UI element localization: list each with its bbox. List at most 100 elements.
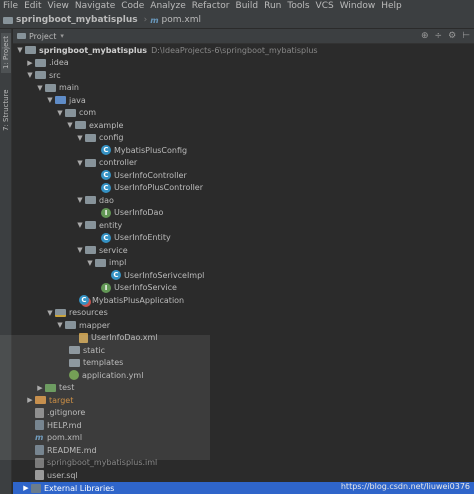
class-icon: C xyxy=(101,232,111,243)
tree-item-iml[interactable]: ▶ springboot_mybatisplus.iml xyxy=(13,457,474,470)
chevron-right-icon[interactable]: ▶ xyxy=(25,59,35,67)
tree-item-service[interactable]: ▼ service xyxy=(13,244,474,257)
breadcrumb-file[interactable]: m pom.xml xyxy=(150,15,201,25)
chevron-down-icon[interactable]: ▼ xyxy=(75,159,85,167)
tree-item-help-md[interactable]: ▶ HELP.md xyxy=(13,419,474,432)
hide-icon[interactable]: ⊢ xyxy=(462,31,470,41)
tree-item-mybatisplusapplication[interactable]: ▶ C MybatisPlusApplication xyxy=(13,294,474,307)
menu-window[interactable]: Window xyxy=(337,0,379,12)
chevron-right-icon[interactable]: ▶ xyxy=(25,396,35,404)
tree-item-userinfocontroller[interactable]: ▶ C UserInfoController xyxy=(13,169,474,182)
menu-view[interactable]: View xyxy=(45,0,72,12)
menu-run[interactable]: Run xyxy=(261,0,284,12)
tree-item-static[interactable]: ▶ static xyxy=(13,344,474,357)
menu-vcs[interactable]: VCS xyxy=(313,0,337,12)
tree-item-label: UserInfoDao.xml xyxy=(91,333,158,343)
chevron-down-icon[interactable]: ▼ xyxy=(35,84,45,92)
tree-item-java[interactable]: ▼ java xyxy=(13,94,474,107)
test-folder-icon xyxy=(45,383,56,392)
chevron-down-icon[interactable]: ▼ xyxy=(25,71,35,79)
tree-item-entity[interactable]: ▼ entity xyxy=(13,219,474,232)
tree-item-config[interactable]: ▼ config xyxy=(13,132,474,145)
menu-analyze[interactable]: Analyze xyxy=(147,0,188,12)
tree-item-label: controller xyxy=(99,158,138,168)
tree-item-userinfoserivceimpl[interactable]: ▶ C UserInfoSerivceImpl xyxy=(13,269,474,282)
tree-item-label: service xyxy=(99,245,128,255)
chevron-right-icon[interactable]: ▶ xyxy=(35,384,45,392)
chevron-down-icon[interactable]: ▼ xyxy=(75,196,85,204)
tree-item-target[interactable]: ▶ target xyxy=(13,394,474,407)
tree-item-mapper[interactable]: ▼ mapper xyxy=(13,319,474,332)
tree-item-label: java xyxy=(69,95,86,105)
chevron-down-icon[interactable]: ▼ xyxy=(15,46,25,54)
chevron-down-icon[interactable]: ▼ xyxy=(65,121,75,129)
tree-item-userinfoservice[interactable]: ▶ I UserInfoService xyxy=(13,282,474,295)
tree-item-controller[interactable]: ▼ controller xyxy=(13,157,474,170)
menu-file[interactable]: File xyxy=(0,0,21,12)
tree-item-com[interactable]: ▼ com xyxy=(13,107,474,120)
tree-item-label: springboot_mybatisplus xyxy=(39,45,148,55)
tree-item-userinfoentity[interactable]: ▶ C UserInfoEntity xyxy=(13,232,474,245)
chevron-down-icon[interactable]: ▼ xyxy=(55,321,65,329)
tree-item-root[interactable]: ▼ springboot_mybatisplus D:\IdeaProjects… xyxy=(13,44,474,57)
folder-icon xyxy=(17,33,26,39)
tree-item-src[interactable]: ▼ src xyxy=(13,69,474,82)
menu-build[interactable]: Build xyxy=(233,0,262,12)
tree-item-pom[interactable]: ▶ m pom.xml xyxy=(13,432,474,445)
tree-item-application-yml[interactable]: ▶ application.yml xyxy=(13,369,474,382)
tree-item-dao[interactable]: ▼ dao xyxy=(13,194,474,207)
locate-icon[interactable]: ⊕ xyxy=(421,31,429,41)
tree-item-label: resources xyxy=(69,308,108,318)
module-file-icon xyxy=(35,457,44,468)
project-panel-header: Project ▾ ⊕ ÷ ⚙ ⊢ xyxy=(13,29,474,44)
chevron-down-icon[interactable]: ▼ xyxy=(75,134,85,142)
menu-code[interactable]: Code xyxy=(118,0,147,12)
tree-item-readme[interactable]: ▶ README.md xyxy=(13,444,474,457)
menu-refactor[interactable]: Refactor xyxy=(189,0,233,12)
chevron-right-icon[interactable]: ▶ xyxy=(21,484,31,492)
tree-item-label: MybatisPlusApplication xyxy=(92,295,185,305)
tree-item-label: .gitignore xyxy=(47,408,86,418)
chevron-down-icon[interactable]: ▼ xyxy=(85,259,95,267)
tree-item-gitignore[interactable]: ▶ .gitignore xyxy=(13,407,474,420)
tree-item-templates[interactable]: ▶ templates xyxy=(13,357,474,370)
interface-icon: I xyxy=(101,282,111,293)
tree-item-label: UserInfoEntity xyxy=(114,233,171,243)
tree-item-userinfodao-xml[interactable]: ▶ UserInfoDao.xml xyxy=(13,332,474,345)
package-icon xyxy=(65,108,76,117)
tree-item-label: External Libraries xyxy=(44,483,115,493)
tree-item-example[interactable]: ▼ example xyxy=(13,119,474,132)
tab-project[interactable]: 1: Project xyxy=(1,33,11,73)
menu-edit[interactable]: Edit xyxy=(21,0,44,12)
tree-item-impl[interactable]: ▼ impl xyxy=(13,257,474,270)
chevron-down-icon[interactable]: ▼ xyxy=(55,109,65,117)
tree-item-label: com xyxy=(79,108,97,118)
tree-item-user-sql[interactable]: ▶ user.sql xyxy=(13,469,474,482)
chevron-down-icon[interactable]: ▼ xyxy=(45,309,55,317)
tree-item-idea[interactable]: ▶ .idea xyxy=(13,57,474,70)
tree-item-userinfodao[interactable]: ▶ I UserInfoDao xyxy=(13,207,474,220)
tree-item-userinfopluscontroller[interactable]: ▶ C UserInfoPlusController xyxy=(13,182,474,195)
package-icon xyxy=(85,158,96,167)
chevron-down-icon[interactable]: ▼ xyxy=(75,246,85,254)
tree-item-main[interactable]: ▼ main xyxy=(13,82,474,95)
menu-navigate[interactable]: Navigate xyxy=(72,0,118,12)
chevron-down-icon[interactable]: ▼ xyxy=(45,96,55,104)
tree-item-label: HELP.md xyxy=(47,420,82,430)
tree-item-mybatisplusconfig[interactable]: ▶ C MybatisPlusConfig xyxy=(13,144,474,157)
menu-help[interactable]: Help xyxy=(378,0,405,12)
chevron-down-icon[interactable]: ▼ xyxy=(75,221,85,229)
tab-structure[interactable]: 7: Structure xyxy=(1,87,11,133)
watermark: https://blog.csdn.net/liuwei0376 xyxy=(340,482,470,491)
collapse-icon[interactable]: ÷ xyxy=(435,31,443,41)
menu-tools[interactable]: Tools xyxy=(284,0,312,12)
project-view-selector[interactable]: Project ▾ xyxy=(13,32,64,41)
tree-item-test[interactable]: ▶ test xyxy=(13,382,474,395)
tree-item-label: pom.xml xyxy=(47,433,83,443)
tree-item-label: UserInfoController xyxy=(114,170,187,180)
gear-icon[interactable]: ⚙ xyxy=(448,31,456,41)
class-icon: C xyxy=(111,270,121,281)
package-icon xyxy=(85,246,96,255)
breadcrumb-project[interactable]: springboot_mybatisplus xyxy=(3,15,138,25)
tree-item-resources[interactable]: ▼ resources xyxy=(13,307,474,320)
